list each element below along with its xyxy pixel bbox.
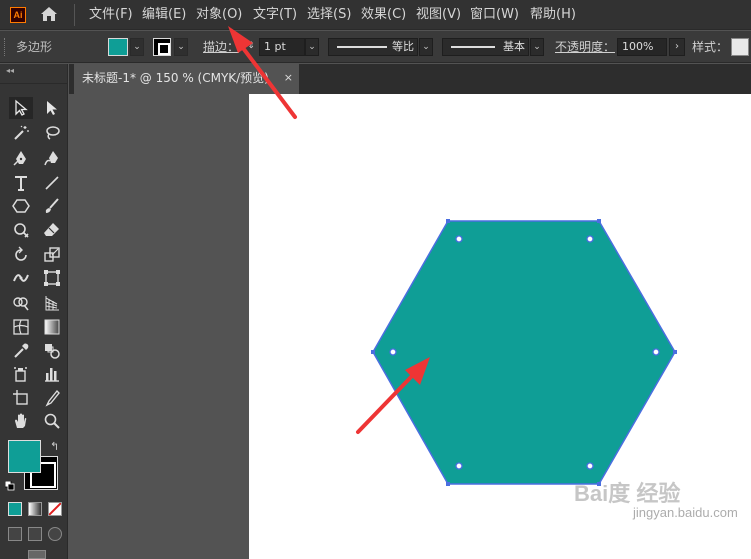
style-label: 样式： [692, 40, 729, 54]
magic-wand-tool-icon[interactable] [9, 122, 33, 144]
draw-behind-icon[interactable] [28, 527, 42, 541]
stroke-weight-stepper-icon[interactable]: ⇕ [244, 38, 258, 56]
hand-tool-icon[interactable] [9, 410, 33, 432]
menu-edit[interactable]: 编辑(E) [142, 0, 186, 30]
perspective-grid-tool-icon[interactable] [40, 292, 64, 314]
curvature-tool-icon[interactable] [40, 147, 64, 169]
watermark-url: jingyan.baidu.com [633, 505, 738, 520]
blend-tool-icon[interactable] [40, 340, 64, 362]
control-bar-grip[interactable] [4, 38, 7, 56]
direct-selection-tool-icon[interactable] [40, 97, 64, 119]
rotate-tool-icon[interactable] [9, 244, 33, 266]
stroke-label[interactable]: 描边： [203, 31, 239, 63]
stroke-weight-chevron-icon[interactable]: ⌄ [305, 38, 319, 56]
paintbrush-tool-icon[interactable] [40, 195, 64, 217]
color-mode-icon[interactable] [8, 502, 22, 516]
lasso-tool-icon[interactable] [40, 122, 64, 144]
profile-label: 等比 [392, 40, 414, 53]
brush-definition-dropdown[interactable]: 基本 [442, 38, 529, 56]
home-icon[interactable] [40, 5, 58, 23]
stroke-color-swatch[interactable] [153, 38, 171, 56]
document-tab-bar: 未标题-1* @ 150 % (CMYK/预览) × [69, 64, 751, 94]
profile-chevron-icon[interactable]: ⌄ [419, 38, 433, 56]
document-tab[interactable]: 未标题-1* @ 150 % (CMYK/预览) × [74, 64, 299, 94]
gradient-tool-icon[interactable] [40, 316, 64, 338]
free-transform-tool-icon[interactable] [40, 267, 64, 289]
width-tool-icon[interactable] [9, 267, 33, 289]
polygon-tool-icon[interactable] [9, 195, 33, 217]
tools-panel: ◂◂ ↰ [0, 64, 68, 559]
brush-chevron-icon[interactable]: ⌄ [530, 38, 544, 56]
draw-inside-icon[interactable] [48, 527, 62, 541]
graphic-style-swatch[interactable] [731, 38, 749, 56]
screen-mode-icon[interactable] [28, 550, 46, 559]
menu-effect[interactable]: 效果(C) [361, 0, 406, 30]
eraser-tool-icon[interactable] [40, 219, 64, 241]
fill-dropdown-chevron-icon[interactable]: ⌄ [130, 38, 144, 56]
document-tab-title: 未标题-1* @ 150 % (CMYK/预览) [82, 71, 269, 85]
symbol-sprayer-tool-icon[interactable] [9, 363, 33, 385]
collapse-panel-icon[interactable]: ◂◂ [6, 66, 14, 75]
watermark-logo: Bai度 经验 [574, 481, 681, 506]
profile-line-preview [337, 46, 387, 48]
zoom-tool-icon[interactable] [40, 410, 64, 432]
menu-help[interactable]: 帮助(H) [530, 0, 576, 30]
type-tool-icon[interactable] [9, 172, 33, 194]
menu-type[interactable]: 文字(T) [253, 0, 297, 30]
opacity-input[interactable]: 100% [617, 38, 667, 56]
fill-color-box[interactable] [8, 440, 41, 473]
opacity-arrow-icon[interactable]: › [669, 38, 685, 56]
draw-mode-icon[interactable] [8, 527, 22, 541]
control-bar: 多边形 ⌄ ⌄ 描边： ⇕ 1 pt ⌄ 等比 ⌄ 基本 ⌄ 不透明度： 100… [0, 31, 751, 63]
slice-tool-icon[interactable] [40, 387, 64, 409]
gradient-mode-icon[interactable] [28, 502, 42, 516]
brush-label: 基本 [503, 40, 525, 53]
shape-builder-tool-icon[interactable] [9, 292, 33, 314]
menu-select[interactable]: 选择(S) [307, 0, 351, 30]
swap-fill-stroke-icon[interactable]: ↰ [50, 440, 59, 453]
menu-window[interactable]: 窗口(W) [470, 0, 519, 30]
artboard-tool-icon[interactable] [9, 387, 33, 409]
app-logo: Ai [10, 7, 26, 23]
illustrator-window: Ai 文件(F) 编辑(E) 对象(O) 文字(T) 选择(S) 效果(C) 视… [0, 0, 751, 559]
column-graph-tool-icon[interactable] [40, 363, 64, 385]
menu-view[interactable]: 视图(V) [416, 0, 461, 30]
variable-width-profile-dropdown[interactable]: 等比 [328, 38, 418, 56]
object-type-label: 多边形 [16, 40, 53, 54]
selection-tool-icon[interactable] [9, 97, 33, 119]
stroke-weight-input[interactable]: 1 pt [259, 38, 305, 56]
close-tab-icon[interactable]: × [284, 64, 293, 92]
fill-color-swatch[interactable] [108, 38, 128, 56]
shaper-tool-icon[interactable] [9, 219, 33, 241]
none-mode-icon[interactable] [48, 502, 62, 516]
default-fill-stroke-icon[interactable] [5, 481, 15, 491]
mesh-tool-icon[interactable] [9, 316, 33, 338]
pen-tool-icon[interactable] [9, 147, 33, 169]
stroke-dropdown-chevron-icon[interactable]: ⌄ [174, 38, 188, 56]
tools-panel-header [0, 76, 68, 84]
menu-file[interactable]: 文件(F) [89, 0, 133, 30]
line-segment-tool-icon[interactable] [40, 172, 64, 194]
menu-bar: Ai 文件(F) 编辑(E) 对象(O) 文字(T) 选择(S) 效果(C) 视… [0, 0, 751, 30]
scale-tool-icon[interactable] [40, 244, 64, 266]
opacity-label[interactable]: 不透明度： [555, 31, 615, 63]
brush-line-preview [451, 46, 495, 48]
menu-separator [74, 4, 75, 26]
eyedropper-tool-icon[interactable] [9, 340, 33, 362]
menu-object[interactable]: 对象(O) [196, 0, 242, 30]
